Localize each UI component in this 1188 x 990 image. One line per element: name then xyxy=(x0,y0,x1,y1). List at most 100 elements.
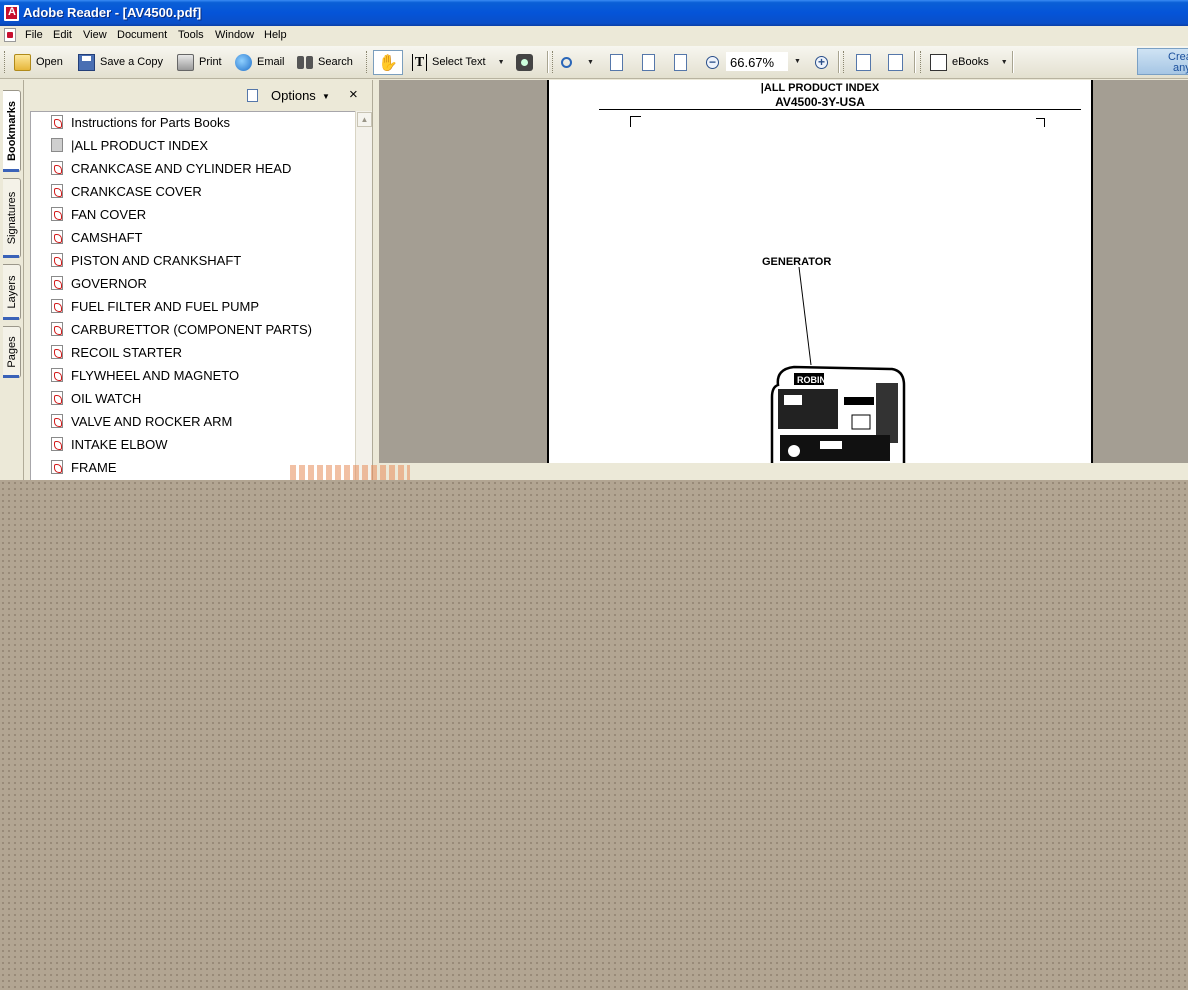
email-button[interactable]: Email xyxy=(235,53,285,71)
email-label: Email xyxy=(257,56,285,68)
chevron-down-icon[interactable]: ▼ xyxy=(322,92,330,101)
pdf-bookmark-icon xyxy=(51,437,63,451)
menu-document[interactable]: Document xyxy=(117,29,167,41)
bookmark-item[interactable]: OIL WATCH xyxy=(51,388,141,408)
bookmark-item[interactable]: INTAKE ELBOW xyxy=(51,434,168,454)
bookmark-item[interactable]: CARBURETTOR (COMPONENT PARTS) xyxy=(51,319,312,339)
create-pdf-button[interactable]: Crea any xyxy=(1137,48,1188,75)
options-icon[interactable] xyxy=(247,89,258,102)
bookmark-item[interactable]: |ALL PRODUCT INDEX xyxy=(51,135,208,155)
close-panel-icon[interactable]: × xyxy=(349,86,358,103)
save-copy-button[interactable]: Save a Copy xyxy=(78,53,163,71)
print-button[interactable]: Print xyxy=(177,53,222,71)
select-text-button[interactable]: T Select Text ▼ xyxy=(412,53,505,71)
document-view[interactable]: |ALL PRODUCT INDEX AV4500-3Y-USA GENERAT… xyxy=(379,80,1188,463)
bookmark-item[interactable]: CAMSHAFT xyxy=(51,227,143,247)
pdf-bookmark-icon xyxy=(51,460,63,474)
toolbar-grip[interactable] xyxy=(366,51,370,73)
fit-page-button[interactable] xyxy=(642,53,660,71)
create-pdf-label-line2: any xyxy=(1173,62,1188,74)
ebooks-label: eBooks xyxy=(952,56,989,68)
document-menu-icon[interactable] xyxy=(4,28,16,42)
zoom-dropdown-chevron-icon[interactable]: ▼ xyxy=(794,58,801,65)
open-button[interactable]: Open xyxy=(14,53,63,71)
tab-marker xyxy=(3,317,19,320)
bookmark-item[interactable]: VALVE AND ROCKER ARM xyxy=(51,411,232,431)
tab-layers[interactable]: Layers xyxy=(3,264,21,320)
bookmark-label: CARBURETTOR (COMPONENT PARTS) xyxy=(71,321,313,337)
options-menu[interactable]: Options xyxy=(271,88,316,103)
fit-width-button[interactable] xyxy=(674,53,692,71)
chevron-down-icon[interactable]: ▼ xyxy=(498,59,505,66)
tab-layers-label: Layers xyxy=(5,275,18,309)
hand-tool-button[interactable]: ✋ xyxy=(373,50,403,75)
page-header-model: AV4500-3Y-USA xyxy=(775,95,865,109)
bookmark-item[interactable]: FAN COVER xyxy=(51,204,146,224)
bookmark-item[interactable]: FLYWHEEL AND MAGNETO xyxy=(51,365,239,385)
rotate-counterclockwise-icon xyxy=(888,53,903,71)
actual-size-button[interactable] xyxy=(610,53,628,71)
bookmark-item[interactable]: RECOIL STARTER xyxy=(51,342,182,362)
toolbar-grip[interactable] xyxy=(552,51,556,73)
pdf-bookmark-icon xyxy=(51,414,63,428)
ebooks-button[interactable]: eBooks ▼ xyxy=(930,53,1008,71)
tab-bookmarks[interactable]: Bookmarks xyxy=(3,90,21,172)
bookmark-tree[interactable]: Instructions for Parts Books |ALL PRODUC… xyxy=(30,111,358,480)
tab-signatures[interactable]: Signatures xyxy=(3,178,21,258)
scroll-up-arrow-icon[interactable]: ▲ xyxy=(357,112,372,127)
toolbar-grip[interactable] xyxy=(843,51,847,73)
chevron-down-icon[interactable]: ▼ xyxy=(587,59,594,66)
generator-brand: ROBIN xyxy=(797,375,826,385)
pdf-bookmark-icon xyxy=(51,299,63,313)
toolbar-grip[interactable] xyxy=(4,51,8,73)
snapshot-button[interactable] xyxy=(516,53,538,71)
menu-window[interactable]: Window xyxy=(215,29,254,41)
ebook-icon xyxy=(930,53,947,71)
adobe-reader-icon xyxy=(4,5,19,21)
toolbar: Open Save a Copy Print Email Search T Se… xyxy=(0,46,1188,79)
bookmark-scrollbar[interactable]: ▲ xyxy=(355,111,373,480)
bookmark-item[interactable]: GOVERNOR xyxy=(51,273,147,293)
zoom-in-tool-button[interactable]: ▼ xyxy=(561,53,594,71)
search-button[interactable]: Search xyxy=(296,53,353,71)
rotate-counterclockwise-button[interactable] xyxy=(888,53,908,71)
chevron-down-icon[interactable]: ▼ xyxy=(1001,59,1008,66)
magnifier-plus-icon xyxy=(561,56,572,68)
zoom-level-input[interactable]: 66.67% xyxy=(726,52,788,71)
bookmark-label: INTAKE ELBOW xyxy=(71,436,168,452)
bookmark-label: |ALL PRODUCT INDEX xyxy=(71,137,209,153)
toolbar-separator xyxy=(914,51,916,73)
bookmark-item[interactable]: Instructions for Parts Books xyxy=(51,112,230,132)
bookmark-item[interactable]: CRANKCASE COVER xyxy=(51,181,202,201)
bookmark-item[interactable]: FUEL FILTER AND FUEL PUMP xyxy=(51,296,259,316)
menu-tools[interactable]: Tools xyxy=(178,29,204,41)
tab-pages-label: Pages xyxy=(5,336,18,368)
minus-circle-icon: − xyxy=(706,55,719,69)
bookmark-label: GOVERNOR xyxy=(71,275,147,291)
pdf-bookmark-icon xyxy=(51,322,63,336)
page-header-index: |ALL PRODUCT INDEX xyxy=(760,82,880,94)
open-folder-icon xyxy=(14,53,31,71)
pdf-bookmark-icon xyxy=(51,207,63,221)
bookmarks-panel: Options ▼ × Instructions for Parts Books… xyxy=(24,80,373,480)
pdf-bookmark-icon xyxy=(51,230,63,244)
rotate-clockwise-button[interactable] xyxy=(856,53,876,71)
toolbar-separator xyxy=(838,51,840,73)
pdf-bookmark-icon xyxy=(51,345,63,359)
bookmark-item[interactable]: CRANKCASE AND CYLINDER HEAD xyxy=(51,158,291,178)
tab-marker xyxy=(3,255,19,258)
menu-file[interactable]: File xyxy=(25,29,43,41)
toolbar-grip[interactable] xyxy=(920,51,924,73)
plain-bookmark-icon xyxy=(51,138,63,152)
bookmark-item[interactable]: FRAME xyxy=(51,457,117,477)
zoom-out-button[interactable]: − xyxy=(706,53,724,71)
toolbar-separator xyxy=(1012,51,1014,73)
menu-edit[interactable]: Edit xyxy=(53,29,72,41)
pdf-bookmark-icon xyxy=(51,276,63,290)
bookmark-item[interactable]: PISTON AND CRANKSHAFT xyxy=(51,250,241,270)
zoom-in-button[interactable]: + xyxy=(815,53,833,71)
menu-help[interactable]: Help xyxy=(264,29,287,41)
menu-view[interactable]: View xyxy=(83,29,107,41)
open-label: Open xyxy=(36,56,63,68)
tab-pages[interactable]: Pages xyxy=(3,326,21,378)
